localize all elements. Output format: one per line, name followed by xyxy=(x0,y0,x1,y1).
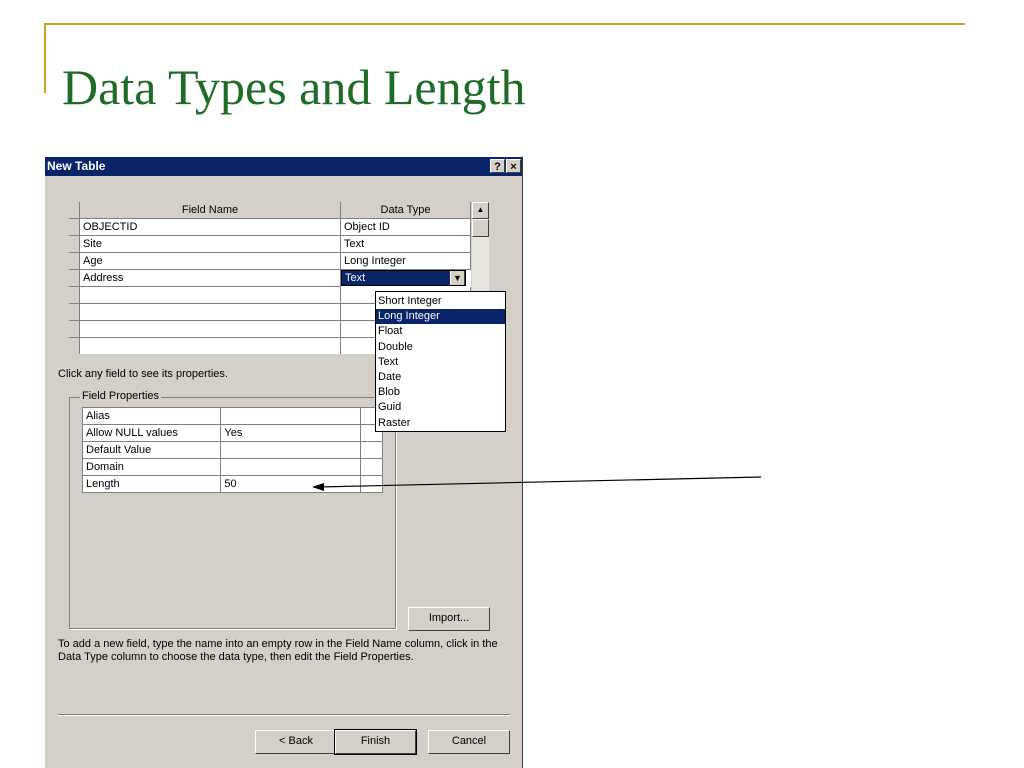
cancel-button[interactable]: Cancel xyxy=(428,730,510,754)
table-row: OBJECTID Object ID xyxy=(69,219,471,236)
property-row: Default Value xyxy=(81,441,384,459)
button-separator xyxy=(58,714,510,716)
help-button[interactable]: ? xyxy=(490,159,505,173)
property-edit-cell[interactable] xyxy=(359,458,384,476)
property-value[interactable] xyxy=(220,407,361,425)
property-edit-cell[interactable] xyxy=(359,475,384,493)
dropdown-option[interactable]: Text xyxy=(376,355,505,370)
dialog-title: New Table xyxy=(47,159,106,173)
length-value[interactable]: 50 xyxy=(220,475,361,493)
table-row: Age Long Integer xyxy=(69,253,471,270)
finish-button[interactable]: Finish xyxy=(334,729,417,755)
field-name-header[interactable]: Field Name xyxy=(80,202,341,219)
slide-title: Data Types and Length xyxy=(62,59,526,115)
field-name-cell[interactable] xyxy=(80,304,341,321)
property-value[interactable] xyxy=(220,441,361,459)
scroll-thumb[interactable] xyxy=(472,219,489,237)
field-properties-label: Field Properties xyxy=(80,390,162,402)
dropdown-option[interactable]: Raster xyxy=(376,416,505,431)
row-selector[interactable] xyxy=(69,219,80,236)
property-name[interactable]: Domain xyxy=(81,458,222,476)
property-row: Domain xyxy=(81,458,384,476)
dropdown-option[interactable]: Blob xyxy=(376,385,505,400)
row-selector[interactable] xyxy=(69,321,80,338)
property-edit-cell[interactable] xyxy=(359,441,384,459)
header-corner xyxy=(69,202,80,219)
data-type-cell[interactable]: Text xyxy=(341,236,471,253)
table-row: Site Text xyxy=(69,236,471,253)
property-name[interactable]: Length xyxy=(81,475,222,493)
row-selector[interactable] xyxy=(69,270,80,287)
field-properties-table: Alias Allow NULL values Yes Default Valu… xyxy=(81,407,384,493)
data-type-cell[interactable]: Long Integer xyxy=(341,253,471,270)
close-button[interactable]: × xyxy=(506,159,521,173)
property-name[interactable]: Default Value xyxy=(81,441,222,459)
property-row: Alias xyxy=(81,407,384,425)
row-selector[interactable] xyxy=(69,287,80,304)
data-type-dropdown: Short Integer Long Integer Float Double … xyxy=(375,291,506,432)
back-button[interactable]: < Back xyxy=(255,730,337,754)
data-type-header[interactable]: Data Type xyxy=(341,202,471,219)
field-name-cell[interactable]: OBJECTID xyxy=(80,219,341,236)
field-hint: Click any field to see its properties. xyxy=(58,368,228,380)
dropdown-option-selected[interactable]: Long Integer xyxy=(376,309,505,325)
table-row: Address Text ▼ xyxy=(69,270,471,287)
row-selector[interactable] xyxy=(69,253,80,270)
property-value[interactable]: Yes xyxy=(220,424,361,442)
dialog-titlebar: New Table ? × xyxy=(45,157,522,176)
slide-accent-bar xyxy=(44,23,46,93)
property-row: Length 50 xyxy=(81,475,384,493)
slide-accent-line xyxy=(44,23,965,25)
property-name[interactable]: Alias xyxy=(81,407,222,425)
field-name-cell[interactable]: Age xyxy=(80,253,341,270)
field-name-cell[interactable]: Address xyxy=(80,270,341,287)
scroll-up-icon[interactable]: ▲ xyxy=(472,202,489,219)
dropdown-option[interactable]: Guid xyxy=(376,400,505,415)
dropdown-option[interactable]: Short Integer xyxy=(376,294,505,309)
chevron-down-icon[interactable]: ▼ xyxy=(450,271,465,285)
dropdown-option[interactable]: Float xyxy=(376,324,505,339)
field-name-cell[interactable] xyxy=(80,338,341,354)
data-type-combo-value: Text xyxy=(345,272,366,284)
dropdown-option[interactable]: Double xyxy=(376,340,505,355)
grid-header-row: Field Name Data Type xyxy=(69,202,471,219)
dropdown-option[interactable]: Date xyxy=(376,370,505,385)
property-name[interactable]: Allow NULL values xyxy=(81,424,222,442)
field-name-cell[interactable] xyxy=(80,287,341,304)
field-name-cell[interactable]: Site xyxy=(80,236,341,253)
data-type-cell[interactable]: Object ID xyxy=(341,219,471,236)
row-selector[interactable] xyxy=(69,304,80,321)
instructions-text: To add a new field, type the name into a… xyxy=(58,638,498,663)
property-value[interactable] xyxy=(220,458,361,476)
import-button[interactable]: Import... xyxy=(408,607,490,631)
row-selector[interactable] xyxy=(69,236,80,253)
new-table-dialog: New Table ? × Field Name Data Type OBJEC… xyxy=(44,156,523,768)
property-row: Allow NULL values Yes xyxy=(81,424,384,442)
field-properties-group: Field Properties Alias Allow NULL values… xyxy=(69,390,396,629)
row-selector[interactable] xyxy=(69,338,80,354)
field-name-cell[interactable] xyxy=(80,321,341,338)
data-type-combo[interactable]: Text ▼ xyxy=(341,270,466,286)
